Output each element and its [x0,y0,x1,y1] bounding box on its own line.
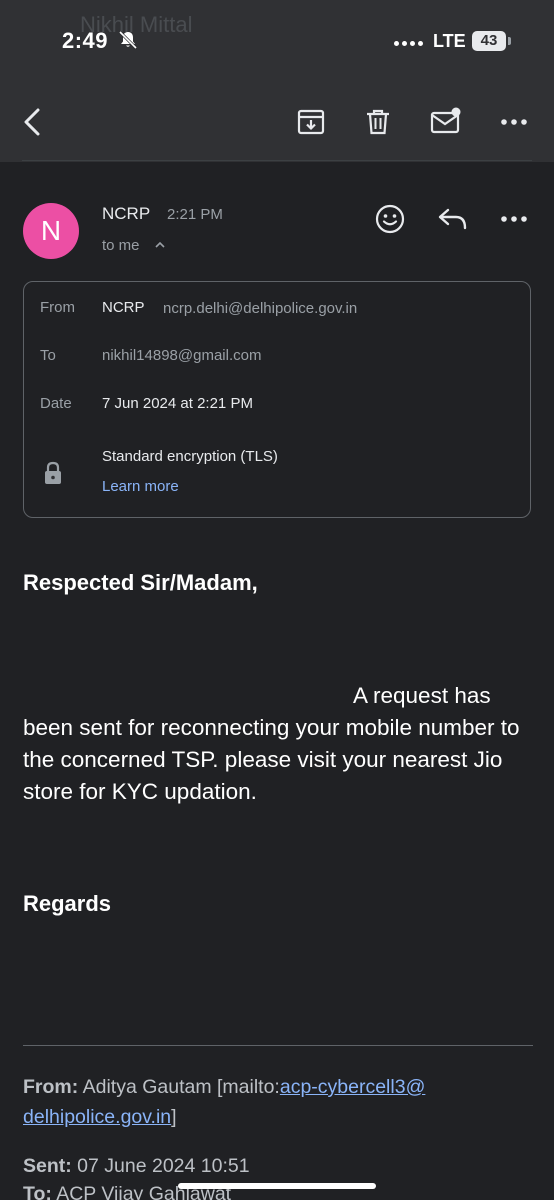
quoted-sent-value: 07 June 2024 10:51 [77,1155,250,1177]
quoted-email-link[interactable]: acp-cybercell3@ [280,1076,426,1098]
arrow-back-icon [24,108,40,136]
sender-name: NCRP [102,204,151,223]
encryption-info: Standard encryption (TLS) [102,448,278,465]
quoted-divider [23,1045,533,1046]
mark-unread-button[interactable] [428,104,464,140]
quoted-sent-label: Sent: [23,1155,72,1177]
archive-icon [297,109,325,135]
email-signoff: Regards [23,891,112,916]
quoted-from-line-cont: delhipolice.gov.in] [23,1106,177,1129]
mark-unread-icon [430,107,461,134]
status-bar: Nikhil Mittal 2:49 LTE 43 [0,0,554,80]
to-label: To [40,347,56,364]
message-details-card: From NCRP ncrp.delhi@delhipolice.gov.in … [23,281,531,518]
trash-icon [367,109,389,135]
status-time: 2:49 [62,28,109,53]
sender-avatar[interactable]: N [23,203,79,259]
quoted-from-label: From: [23,1076,79,1098]
message-time: 2:21 PM [167,206,223,223]
from-label: From [40,299,75,316]
quoted-from-close: ] [171,1106,177,1128]
quoted-to-label: To: [23,1183,52,1200]
more-horizontal-icon[interactable] [498,204,530,234]
more-horizontal-icon [501,119,527,125]
network-label: LTE [433,31,466,51]
emoji-reaction-icon[interactable] [373,202,407,236]
back-button[interactable] [14,104,50,140]
home-indicator[interactable] [178,1183,376,1189]
battery-tip [508,37,511,45]
to-email[interactable]: nikhil14898@gmail.com [102,347,261,364]
from-name: NCRP [102,299,145,316]
from-email[interactable]: ncrp.delhi@delhipolice.gov.in [163,300,357,317]
signal-icon [394,41,423,46]
archive-button[interactable] [293,104,329,140]
bell-off-icon [118,30,138,50]
email-body-paragraph: A request has been sent for reconnecting… [23,683,520,804]
quoted-sent-line: Sent: 07 June 2024 10:51 [23,1155,250,1178]
battery-icon: 43 [472,31,506,51]
delete-button[interactable] [360,104,396,140]
date-value: 7 Jun 2024 at 2:21 PM [102,395,253,412]
app-header: Nikhil Mittal 2:49 LTE 43 [0,0,554,162]
reply-icon[interactable] [436,204,470,234]
learn-more-link[interactable]: Learn more [102,478,179,495]
header-divider [22,160,532,161]
date-label: Date [40,395,72,412]
chevron-up-icon[interactable] [154,239,166,251]
quoted-email-link-cont[interactable]: delhipolice.gov.in [23,1106,171,1128]
email-greeting: Respected Sir/Madam, [23,570,258,595]
quoted-from-line: From: Aditya Gautam [mailto:acp-cybercel… [23,1076,425,1099]
recipient-summary[interactable]: to me [102,237,140,254]
lock-icon [45,461,61,484]
quoted-from-name: Aditya Gautam [mailto: [82,1076,280,1098]
more-button[interactable] [496,104,532,140]
